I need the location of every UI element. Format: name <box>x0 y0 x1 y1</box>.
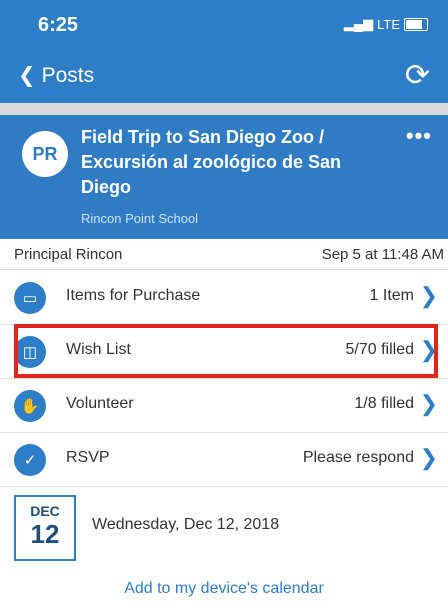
chevron-left-icon: ❮ <box>18 64 36 87</box>
post-author: Principal Rincon <box>14 246 123 263</box>
refresh-icon[interactable]: ⟳ <box>405 58 430 93</box>
add-to-calendar-link[interactable]: Add to my device's calendar <box>0 580 448 598</box>
chevron-right-icon: ❯ <box>419 391 438 416</box>
post-title: Field Trip to San Diego Zoo / Excursión … <box>81 127 342 197</box>
post-date: Sep 5 at 11:48 AM <box>321 246 444 263</box>
network-label: LTE <box>377 16 400 32</box>
signal-icon: ▂▄▆ <box>343 16 374 31</box>
avatar: PR <box>22 131 68 177</box>
volunteer-row[interactable]: ✋ Volunteer 1/8 filled ❯ <box>0 378 448 433</box>
chevron-right-icon: ❯ <box>419 445 438 470</box>
battery-icon <box>404 17 428 31</box>
back-button[interactable]: ❮ Posts <box>18 63 94 88</box>
row-value: Please respond <box>302 449 414 466</box>
back-label: Posts <box>41 63 95 87</box>
signal-indicator: ▂▄▆ LTE <box>344 16 428 32</box>
event-date-badge: DEC 12 <box>14 495 76 561</box>
event-day: 12 <box>30 519 60 549</box>
items-for-purchase-row[interactable]: ▭ Items for Purchase 1 Item ❯ <box>0 270 448 325</box>
row-value: 1 Item <box>369 287 414 304</box>
post-meta: Principal Rincon Sep 5 at 11:48 AM <box>0 239 448 270</box>
calendar-check-icon: ✓ <box>14 444 46 476</box>
hand-icon: ✋ <box>14 390 46 422</box>
event-date-text: Wednesday, Dec 12, 2018 <box>92 516 280 533</box>
row-value: 1/8 filled <box>354 395 414 412</box>
school-name: Rincon Point School <box>81 211 199 226</box>
row-label: RSVP <box>66 449 110 466</box>
row-label: Volunteer <box>66 395 134 412</box>
rsvp-row[interactable]: ✓ RSVP Please respond ❯ <box>0 432 448 487</box>
chevron-right-icon: ❯ <box>419 283 438 308</box>
nav-bar: ❮ Posts ⟳ <box>0 48 448 103</box>
divider <box>0 103 448 115</box>
more-options-button[interactable]: ••• <box>406 123 432 149</box>
status-bar: 6:25 ▂▄▆ LTE <box>0 0 448 48</box>
status-time: 6:25 <box>38 14 79 36</box>
post-header: PR Field Trip to San Diego Zoo / Excursi… <box>0 115 448 239</box>
highlight-box <box>14 324 438 378</box>
event-month: DEC <box>30 503 60 519</box>
card-icon: ▭ <box>14 282 46 314</box>
row-label: Items for Purchase <box>66 287 201 304</box>
